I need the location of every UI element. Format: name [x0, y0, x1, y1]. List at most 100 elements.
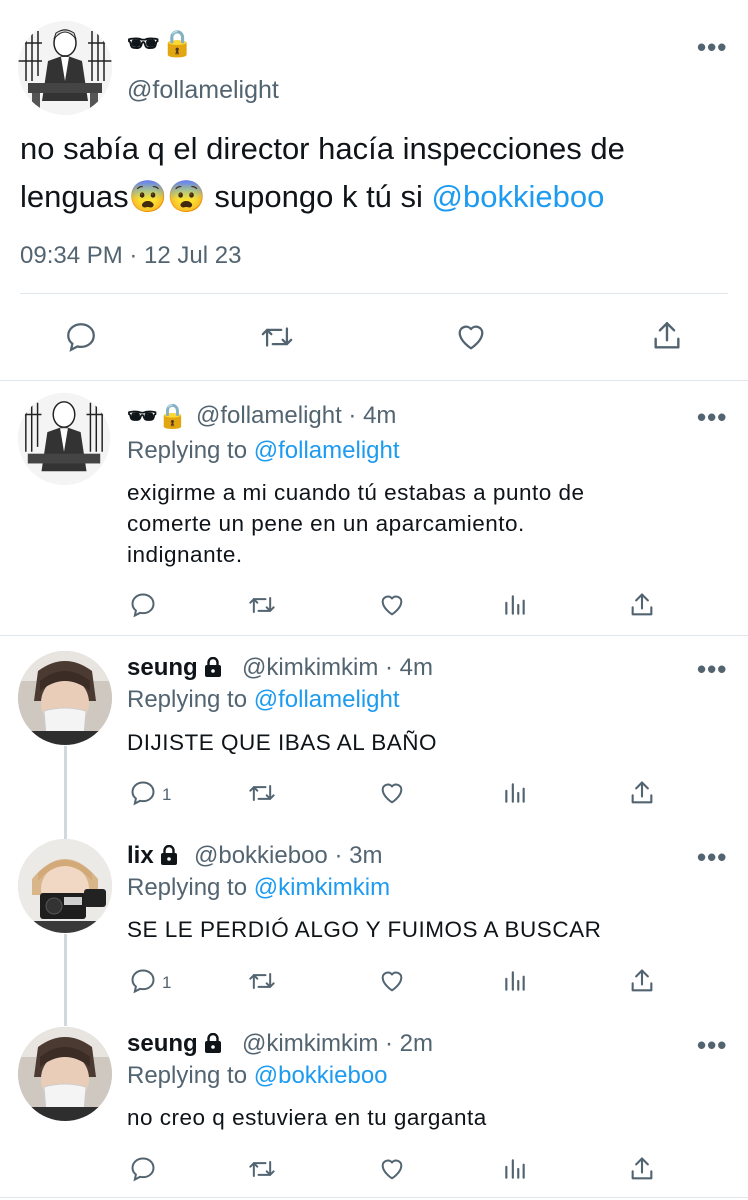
- analytics-button[interactable]: [502, 592, 528, 618]
- more-icon[interactable]: •••: [697, 654, 727, 685]
- thread-line: [64, 934, 67, 1026]
- thread-line: [64, 746, 67, 840]
- avatar[interactable]: [18, 651, 112, 745]
- replying-to-link[interactable]: @bokkieboo: [254, 1062, 388, 1089]
- analytics-button[interactable]: [502, 780, 528, 806]
- like-icon: [381, 783, 403, 804]
- reply-text: DIJISTE QUE IBAS AL BAÑO: [127, 727, 707, 758]
- replying-prefix: Replying to: [127, 686, 254, 713]
- avatar[interactable]: [18, 1027, 112, 1121]
- share-button[interactable]: [628, 778, 656, 808]
- like-button[interactable]: [377, 967, 407, 995]
- replying-to: Replying to @bokkieboo: [127, 1062, 388, 1090]
- retweet-icon: [249, 1161, 275, 1177]
- user-handle[interactable]: @follamelight: [127, 76, 279, 105]
- more-icon[interactable]: •••: [697, 32, 727, 63]
- more-icon[interactable]: •••: [697, 842, 727, 873]
- reply-icon: [131, 1157, 155, 1182]
- retweet-icon: [249, 597, 275, 613]
- reply-button[interactable]: [64, 320, 98, 354]
- handle-time[interactable]: @follamelight · 4m: [196, 402, 396, 430]
- retweet-icon: [261, 327, 293, 347]
- avatar[interactable]: [18, 839, 112, 933]
- handle-time[interactable]: @kimkimkim · 4m: [242, 654, 433, 682]
- reply-text-line: comerte un pene en un aparcamiento.: [127, 511, 525, 536]
- display-name[interactable]: seung: [127, 1030, 222, 1058]
- display-name-text: seung: [127, 654, 198, 681]
- display-name[interactable]: 🕶🔒: [127, 28, 194, 59]
- retweet-button[interactable]: [246, 967, 278, 995]
- reply-text-line: indignante.: [127, 542, 243, 567]
- replying-to: Replying to @follamelight: [127, 437, 400, 465]
- reply-button[interactable]: [129, 591, 157, 619]
- lock-icon: [205, 1033, 222, 1053]
- reply-button[interactable]: [129, 967, 157, 995]
- analytics-icon: [505, 595, 525, 615]
- mention-link[interactable]: @bokkieboo: [432, 179, 605, 214]
- divider: [0, 380, 748, 381]
- replying-prefix: Replying to: [127, 874, 254, 901]
- reply-count: 1: [162, 785, 172, 804]
- retweet-button[interactable]: [246, 779, 278, 807]
- reply-text: SE LE PERDIÓ ALGO Y FUIMOS A BUSCAR: [127, 914, 717, 945]
- like-icon: [381, 595, 403, 616]
- reply-text-line: DIJISTE QUE IBAS AL BAÑO: [127, 730, 438, 755]
- tweet-timestamp[interactable]: 09:34 PM · 12 Jul 23: [20, 242, 241, 270]
- retweet-button[interactable]: [246, 1155, 278, 1183]
- replying-to-link[interactable]: @follamelight: [254, 686, 400, 713]
- reply-icon: [67, 323, 95, 352]
- reply-icon: [131, 969, 155, 994]
- share-icon: [631, 593, 653, 616]
- reply-text-line: no creo q estuviera en tu garganta: [127, 1105, 487, 1130]
- like-button[interactable]: [377, 591, 407, 619]
- divider: [0, 635, 748, 636]
- reply-text: exigirme a mi cuando tú estabas a punto …: [127, 477, 707, 570]
- analytics-icon: [505, 1159, 525, 1179]
- like-icon: [381, 971, 403, 992]
- display-name[interactable]: lix: [127, 842, 178, 870]
- handle-time[interactable]: @kimkimkim · 2m: [242, 1030, 433, 1058]
- retweet-icon: [249, 973, 275, 989]
- lock-icon: [161, 845, 178, 865]
- more-icon[interactable]: •••: [697, 1030, 727, 1061]
- avatar[interactable]: [18, 393, 110, 485]
- reply-icon: [131, 781, 155, 806]
- share-icon: [631, 1157, 653, 1180]
- retweet-button[interactable]: [246, 591, 278, 619]
- reply-button[interactable]: [129, 1155, 157, 1183]
- display-name[interactable]: seung: [127, 654, 222, 682]
- share-icon: [631, 781, 653, 804]
- handle-time[interactable]: @bokkieboo · 3m: [194, 842, 382, 870]
- analytics-button[interactable]: [502, 1156, 528, 1182]
- reply-text: no creo q estuviera en tu garganta: [127, 1102, 707, 1133]
- share-button[interactable]: [628, 590, 656, 620]
- reply-button[interactable]: [129, 779, 157, 807]
- replying-to-link[interactable]: @follamelight: [254, 437, 400, 464]
- like-icon: [458, 325, 484, 350]
- share-button[interactable]: [650, 318, 684, 354]
- like-button[interactable]: [377, 1155, 407, 1183]
- share-icon: [631, 969, 653, 992]
- replying-to: Replying to @kimkimkim: [127, 874, 390, 902]
- divider: [0, 1197, 748, 1198]
- avatar[interactable]: [18, 21, 112, 115]
- like-button[interactable]: [453, 320, 489, 354]
- display-name[interactable]: 🕶🔒: [127, 402, 187, 431]
- reply-icon: [131, 593, 155, 618]
- like-button[interactable]: [377, 779, 407, 807]
- replying-prefix: Replying to: [127, 437, 254, 464]
- lock-icon: [205, 657, 222, 677]
- analytics-icon: [505, 783, 525, 803]
- like-icon: [381, 1159, 403, 1180]
- divider: [20, 293, 728, 294]
- analytics-button[interactable]: [502, 968, 528, 994]
- share-icon: [654, 322, 680, 349]
- replying-to-link[interactable]: @kimkimkim: [254, 874, 390, 901]
- share-button[interactable]: [628, 966, 656, 996]
- display-name-text: seung: [127, 1030, 198, 1057]
- share-button[interactable]: [628, 1154, 656, 1184]
- more-icon[interactable]: •••: [697, 402, 727, 433]
- replying-to: Replying to @follamelight: [127, 686, 400, 714]
- retweet-button[interactable]: [258, 320, 296, 354]
- reply-text-line: exigirme a mi cuando tú estabas a punto …: [127, 480, 585, 505]
